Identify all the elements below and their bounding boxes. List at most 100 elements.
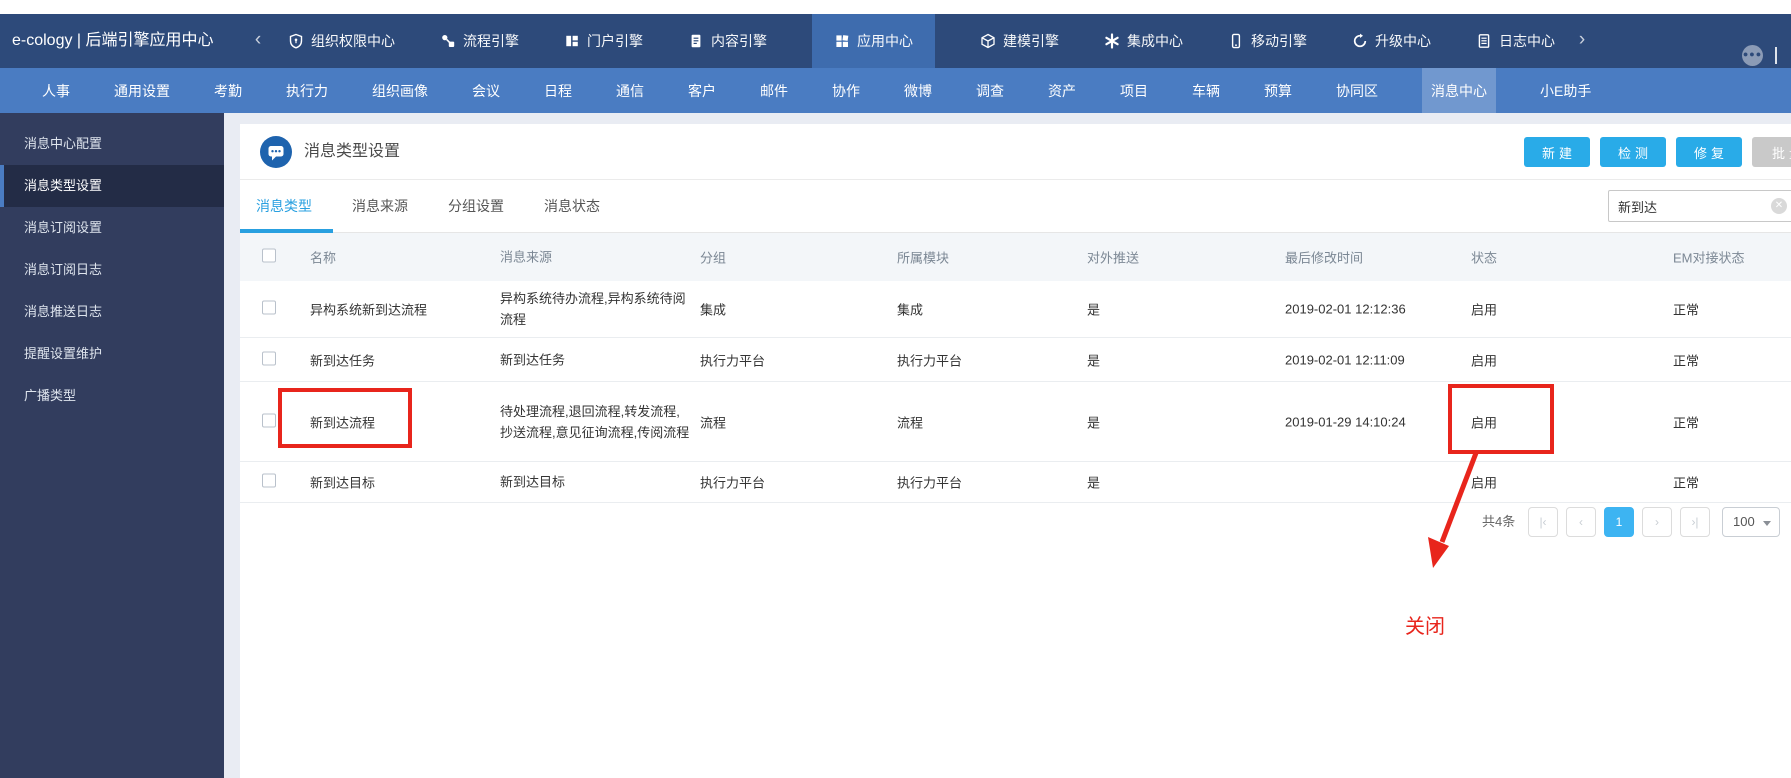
column-header-em-status: EM对接状态	[1673, 250, 1745, 266]
content-document-icon	[688, 33, 704, 49]
clear-search-icon[interactable]: ✕	[1771, 198, 1787, 214]
tab-message-source[interactable]: 消息来源	[352, 196, 408, 216]
portal-grid-icon	[564, 33, 580, 49]
nav-scroll-left-icon[interactable]: ‹	[248, 14, 268, 68]
module-nav-item-survey[interactable]: 调查	[976, 68, 1004, 113]
brand-title: e-cology | 后端引擎应用中心	[12, 32, 214, 49]
tab-message-type[interactable]: 消息类型	[256, 196, 312, 216]
cell-modified: 2019-02-01 12:12:36	[1285, 301, 1406, 317]
sidebar-item-message-subscription-log[interactable]: 消息订阅日志	[0, 249, 224, 291]
tab-group-settings[interactable]: 分组设置	[448, 196, 504, 216]
cell-status: 启用	[1471, 415, 1498, 430]
cell-source: 异构系统待办流程,异构系统待阅流程	[500, 291, 686, 327]
module-nav-item-hr[interactable]: 人事	[42, 68, 70, 113]
table-header: 名称 消息来源 分组 所属模块 对外推送 最后修改时间 状态 EM对接状态	[240, 233, 1791, 281]
pagination-last-button[interactable]: ›|	[1680, 507, 1710, 537]
select-all-checkbox[interactable]	[262, 248, 276, 263]
module-nav-item-meeting[interactable]: 会议	[472, 68, 500, 113]
tabs-row: 消息类型 消息来源 分组设置 消息状态 ✕	[240, 180, 1791, 233]
search-box: ✕	[1608, 190, 1791, 222]
pagination-page-1-button[interactable]: 1	[1604, 507, 1634, 537]
top-nav-item-org-permission[interactable]: 组织权限中心	[288, 14, 395, 68]
module-nav-item-assets[interactable]: 资产	[1048, 68, 1076, 113]
cell-module: 集成	[897, 302, 924, 318]
message-type-settings-card: 消息类型设置 新建 检测 修复 批量 消息类型 消息来源 分组设置 消息状态 ✕…	[240, 124, 1791, 778]
sidebar-item-reminder-maintenance[interactable]: 提醒设置维护	[0, 333, 224, 375]
top-nav-item-integration-center[interactable]: 集成中心	[1104, 14, 1183, 68]
sidebar-item-message-center-config[interactable]: 消息中心配置	[0, 123, 224, 165]
top-nav-item-content-engine[interactable]: 内容引擎	[688, 14, 767, 68]
top-bar: e-cology | 后端引擎应用中心 ‹ 组织权限中心 流程引擎 门户引擎 内…	[0, 14, 1791, 68]
chevron-down-icon	[1763, 521, 1771, 526]
module-nav-item-collaboration[interactable]: 协作	[832, 68, 860, 113]
check-button[interactable]: 检测	[1600, 137, 1666, 167]
row-checkbox[interactable]	[262, 300, 276, 315]
column-header-group: 分组	[700, 250, 727, 266]
module-nav-item-schedule[interactable]: 日程	[544, 68, 572, 113]
module-nav-item-general-settings[interactable]: 通用设置	[114, 68, 170, 113]
cell-push: 是	[1087, 302, 1101, 318]
top-nav-item-workflow-engine[interactable]: 流程引擎	[440, 14, 519, 68]
module-nav-item-xiaoe-assistant[interactable]: 小E助手	[1540, 68, 1591, 113]
pagination-next-button[interactable]: ›	[1642, 507, 1672, 537]
create-button[interactable]: 新建	[1524, 137, 1590, 167]
module-nav-item-project[interactable]: 项目	[1120, 68, 1148, 113]
top-nav-item-modeling-engine[interactable]: 建模引擎	[980, 14, 1059, 68]
pagination-first-button[interactable]: |‹	[1528, 507, 1558, 537]
module-nav-item-vehicle[interactable]: 车辆	[1192, 68, 1220, 113]
nav-scroll-right-icon[interactable]: ›	[1572, 14, 1592, 68]
module-nav-item-org-profile[interactable]: 组织画像	[372, 68, 428, 113]
module-nav-item-communication[interactable]: 通信	[616, 68, 644, 113]
module-nav: 人事 通用设置 考勤 执行力 组织画像 会议 日程 通信 客户 邮件 协作 微博…	[0, 68, 1791, 113]
table-row: 新到达目标 新到达目标 执行力平台 执行力平台 是 启用 正常	[240, 462, 1791, 503]
tabs: 消息类型 消息来源 分组设置 消息状态	[256, 180, 600, 232]
cell-source: 新到达目标	[500, 474, 566, 490]
row-checkbox[interactable]	[262, 413, 276, 427]
page-size-select[interactable]: 100	[1722, 507, 1780, 537]
table-row: 新到达流程 待处理流程,退回流程,转发流程,抄送流程,意见征询流程,传阅流程 流…	[240, 382, 1791, 462]
module-nav-item-budget[interactable]: 预算	[1264, 68, 1292, 113]
pagination: 共4条 |‹ ‹ 1 › ›| 100	[240, 507, 1791, 537]
module-nav-item-message-center[interactable]: 消息中心	[1422, 68, 1496, 113]
module-nav-item-collab-zone[interactable]: 协同区	[1336, 68, 1378, 113]
module-nav-item-customer[interactable]: 客户	[688, 68, 716, 113]
top-nav-item-portal-engine[interactable]: 门户引擎	[564, 14, 643, 68]
column-header-name: 名称	[310, 250, 337, 266]
more-ellipsis-icon[interactable]: ●●●	[1742, 45, 1763, 66]
integration-asterisk-icon	[1104, 33, 1120, 49]
sidebar-item-message-subscription-settings[interactable]: 消息订阅设置	[0, 207, 224, 249]
sidebar-item-broadcast-type[interactable]: 广播类型	[0, 375, 224, 417]
total-count-label: 共4条	[1482, 514, 1516, 529]
mobile-phone-icon	[1228, 33, 1244, 49]
pagination-prev-button[interactable]: ‹	[1566, 507, 1596, 537]
cell-group: 流程	[700, 415, 727, 430]
row-checkbox[interactable]	[262, 351, 276, 365]
cell-module: 执行力平台	[897, 475, 963, 491]
cell-status: 启用	[1471, 475, 1498, 491]
cell-push: 是	[1087, 475, 1101, 491]
module-nav-item-weibo[interactable]: 微博	[904, 68, 932, 113]
top-nav-item-upgrade-center[interactable]: 升级中心	[1352, 14, 1431, 68]
cell-module: 执行力平台	[897, 353, 963, 368]
batch-button[interactable]: 批量	[1752, 137, 1791, 167]
module-nav-item-execution[interactable]: 执行力	[286, 68, 328, 113]
repair-button[interactable]: 修复	[1676, 137, 1742, 167]
tab-message-status[interactable]: 消息状态	[544, 196, 600, 216]
row-checkbox[interactable]	[262, 473, 276, 488]
search-input[interactable]	[1608, 190, 1791, 222]
cell-em-status: 正常	[1673, 302, 1700, 318]
message-bubble-icon	[260, 136, 292, 173]
cell-status: 启用	[1471, 302, 1498, 318]
cell-source: 新到达任务	[500, 352, 566, 367]
top-nav-item-log-center[interactable]: 日志中心	[1476, 14, 1555, 68]
cell-module: 流程	[897, 415, 924, 430]
app-grid-icon	[834, 33, 850, 49]
module-nav-item-mail[interactable]: 邮件	[760, 68, 788, 113]
sidebar-item-message-type-settings[interactable]: 消息类型设置	[0, 165, 224, 207]
module-nav-item-attendance[interactable]: 考勤	[214, 68, 242, 113]
sidebar-item-message-push-log[interactable]: 消息推送日志	[0, 291, 224, 333]
top-nav-item-app-center[interactable]: 应用中心	[812, 14, 935, 68]
column-header-status: 状态	[1471, 250, 1498, 266]
cell-name: 新到达流程	[310, 415, 376, 430]
top-nav-item-mobile-engine[interactable]: 移动引擎	[1228, 14, 1307, 68]
